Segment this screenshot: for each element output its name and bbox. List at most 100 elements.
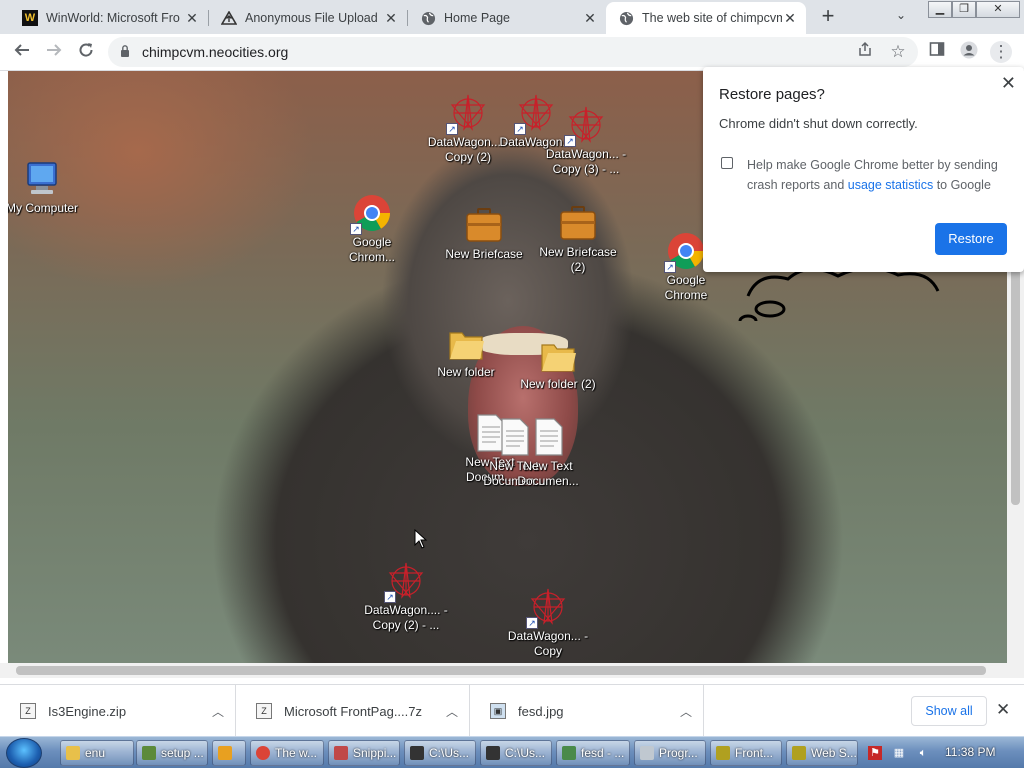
tab-winworld[interactable]: W WinWorld: Microsoft Fro ✕	[10, 2, 208, 34]
back-arrow-icon[interactable]	[11, 41, 33, 63]
new-tab-icon[interactable]: +	[816, 5, 840, 29]
taskbar-item-frontpage[interactable]: Front...	[710, 740, 782, 766]
datawagon-copy-2b-desktop-icon[interactable]: ↗ DataWagon.... - Copy (2) - ...	[364, 561, 448, 633]
start-orb-icon[interactable]	[6, 738, 42, 768]
datawagon-icon: ↗	[446, 93, 488, 135]
download-filename: Is3Engine.zip	[48, 703, 127, 719]
taskbar-label: Snippi...	[353, 746, 397, 760]
tab-file-upload[interactable]: Anonymous File Upload ✕	[209, 2, 407, 34]
media-player-icon	[218, 746, 232, 760]
usage-statistics-link[interactable]: usage statistics	[848, 178, 933, 192]
taskbar-item-setup[interactable]: setup ...	[136, 740, 208, 766]
system-clock[interactable]: 11:38 PM	[945, 745, 995, 759]
volume-icon[interactable]: 🔈︎	[916, 746, 930, 760]
profile-avatar-icon[interactable]	[958, 41, 980, 63]
menu-kebab-icon[interactable]: ⋮	[990, 41, 1012, 63]
network-icon[interactable]: ▦	[892, 746, 906, 760]
taskbar-item-enu[interactable]: enu	[60, 740, 134, 766]
close-icon[interactable]: ✕	[996, 700, 1010, 720]
taskbar-label: C:\Us...	[429, 746, 470, 760]
taskbar-item-web-server[interactable]: Web S...	[786, 740, 858, 766]
desktop-icon-label: DataWagon... - Copy (3) - ...	[545, 147, 627, 176]
close-window-icon[interactable]: ✕	[976, 1, 1020, 18]
taskbar-item-7zip-2[interactable]: C:\Us...	[480, 740, 552, 766]
taskbar-label: Front...	[735, 746, 774, 760]
minimize-icon[interactable]: ▁	[928, 1, 952, 18]
taskbar-label: C:\Us...	[505, 746, 546, 760]
restore-button[interactable]: Restore	[935, 223, 1007, 255]
download-item-fesd[interactable]: ▣ fesd.jpg ︿	[470, 685, 704, 737]
shortcut-arrow-icon: ↗	[526, 617, 538, 629]
taskbar-label: fesd - ...	[581, 746, 625, 760]
briefcase-icon	[558, 203, 598, 243]
chevron-up-icon[interactable]: ︿	[669, 703, 703, 720]
close-tab-icon[interactable]: ✕	[582, 10, 598, 27]
tab-chimpcvm[interactable]: The web site of chimpcvm ✕	[606, 2, 806, 34]
download-item-is3engine[interactable]: Z Is3Engine.zip ︿	[0, 685, 236, 737]
shortcut-arrow-icon: ↗	[384, 591, 396, 603]
share-icon[interactable]	[854, 41, 876, 63]
close-tab-icon[interactable]: ✕	[383, 10, 399, 27]
new-briefcase-desktop-icon[interactable]: New Briefcase	[442, 205, 526, 262]
browser-toolbar: chimpcvm.neocities.org ☆ ⋮	[0, 34, 1024, 71]
taskbar-label: Progr...	[659, 746, 698, 760]
desktop-icon-label: New folder	[437, 365, 495, 379]
datawagon-copy-desktop-icon[interactable]: ↗ DataWagon... - Copy	[506, 587, 590, 659]
shortcut-arrow-icon: ↗	[446, 123, 458, 135]
address-bar[interactable]: chimpcvm.neocities.org ☆	[108, 37, 918, 67]
close-tab-icon[interactable]: ✕	[782, 10, 798, 27]
lock-icon	[121, 45, 129, 57]
taskbar-label: The w...	[275, 746, 318, 760]
horizontal-scroll-thumb[interactable]	[16, 666, 986, 675]
action-center-flag-icon[interactable]: ⚑	[868, 746, 882, 760]
taskbar-item-programs[interactable]: Progr...	[634, 740, 706, 766]
datawagon-copy-3-desktop-icon[interactable]: ↗ DataWagon... - Copy (3) - ...	[544, 105, 628, 177]
chrome-icon: ↗	[350, 193, 392, 235]
tab-title: The web site of chimpcvm	[642, 11, 782, 25]
close-icon[interactable]: ✕	[1001, 73, 1016, 94]
google-chrome-desktop-icon[interactable]: ↗ Google Chrom...	[330, 193, 414, 265]
taskbar-item-chrome[interactable]: The w...	[250, 740, 324, 766]
reload-icon[interactable]	[75, 41, 97, 63]
taskbar-label: Web S...	[811, 746, 857, 760]
taskbar-label: setup ...	[161, 746, 204, 760]
desktop-icon-label: Google Chrom...	[348, 235, 395, 264]
taskbar-item-7zip-1[interactable]: C:\Us...	[404, 740, 476, 766]
new-folder-desktop-icon[interactable]: New folder	[424, 323, 508, 380]
my-computer-desktop-icon[interactable]: My Computer	[8, 159, 84, 216]
globe-icon	[420, 10, 436, 26]
tab-home-page[interactable]: Home Page ✕	[408, 2, 606, 34]
folder-icon	[538, 335, 578, 375]
horizontal-scrollbar[interactable]	[0, 663, 1024, 678]
zip-file-icon: Z	[256, 703, 272, 719]
scissors-icon	[334, 746, 348, 760]
taskbar-item-snipping-tool[interactable]: Snippi...	[328, 740, 400, 766]
new-text-document-3-desktop-icon[interactable]: New Text Documen...	[506, 417, 590, 489]
forward-arrow-icon[interactable]	[43, 41, 65, 63]
desktop-icon-label: New Text Documen...	[517, 459, 579, 488]
taskbar-item-fesd[interactable]: fesd - ...	[556, 740, 630, 766]
mouse-cursor-icon	[414, 529, 428, 549]
chevron-up-icon[interactable]: ︿	[435, 703, 469, 720]
taskbar-item-media-player[interactable]	[212, 740, 246, 766]
new-briefcase-2-desktop-icon[interactable]: New Briefcase (2)	[536, 203, 620, 275]
globe-icon	[618, 10, 634, 26]
7zip-icon	[410, 746, 424, 760]
setup-icon	[142, 746, 156, 760]
tab-search-chevron-icon[interactable]: ⌄	[896, 8, 906, 22]
new-folder-2-desktop-icon[interactable]: New folder (2)	[516, 335, 600, 392]
restore-window-icon[interactable]: ❐	[952, 1, 976, 18]
chevron-up-icon[interactable]: ︿	[201, 703, 235, 720]
tab-title: Home Page	[444, 11, 511, 25]
show-all-button[interactable]: Show all	[911, 696, 987, 726]
text-document-icon	[528, 417, 568, 457]
close-tab-icon[interactable]: ✕	[184, 10, 200, 27]
download-item-frontpage[interactable]: Z Microsoft FrontPag....7z ︿	[236, 685, 470, 737]
programs-icon	[640, 746, 654, 760]
side-panel-icon[interactable]	[926, 41, 948, 63]
desktop-icon-label: My Computer	[8, 201, 79, 215]
crash-reports-checkbox[interactable]	[721, 157, 733, 169]
web-server-icon	[792, 746, 806, 760]
bookmark-star-icon[interactable]: ☆	[887, 41, 909, 63]
tab-strip: W WinWorld: Microsoft Fro ✕ Anonymous Fi…	[0, 0, 1024, 34]
